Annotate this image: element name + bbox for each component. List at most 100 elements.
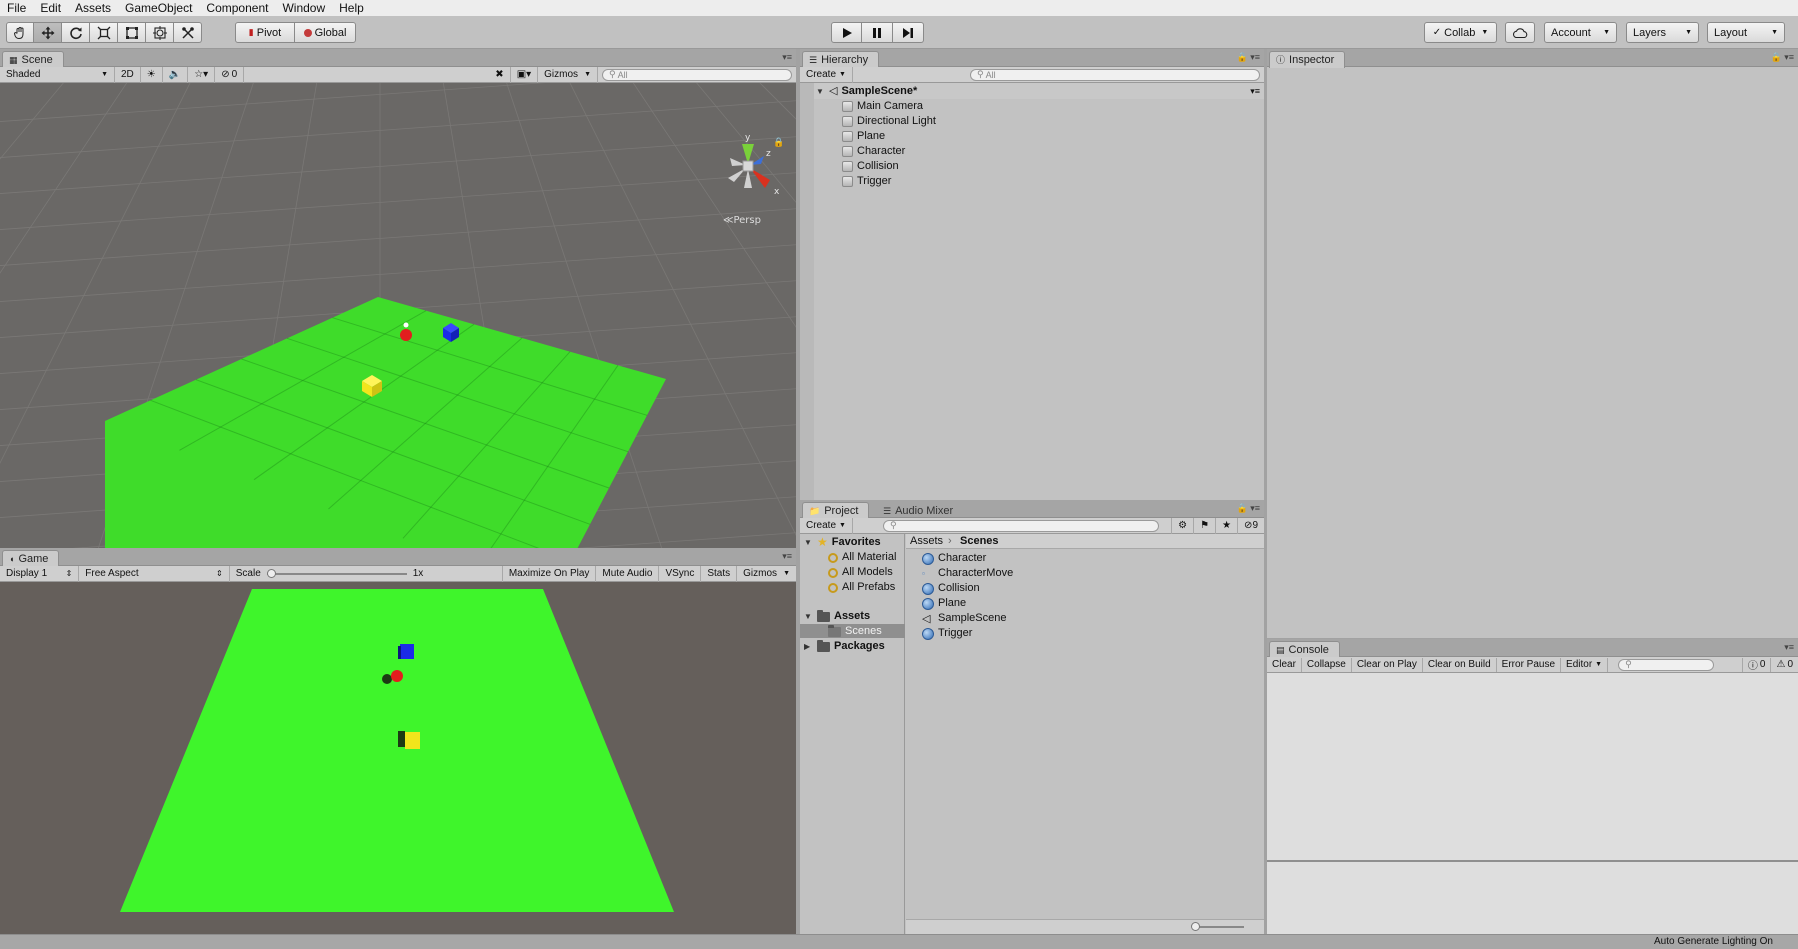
icon-size-slider-thumb[interactable] [1191,922,1200,931]
breadcrumb-assets[interactable]: Assets [910,535,943,547]
menu-help[interactable]: Help [332,0,371,16]
console-search-input[interactable]: ⚲ [1618,658,1715,671]
favorite-star-icon[interactable]: ★ [1216,517,1239,534]
game-canvas[interactable] [0,582,796,934]
console-clear-on-play-toggle[interactable]: Clear on Play [1352,657,1423,672]
console-clear-button[interactable]: Clear [1267,657,1302,672]
console-errors-toggle[interactable]: ⓘ 0 [1741,657,1772,672]
menu-edit[interactable]: Edit [33,0,68,16]
rotate-tool-icon[interactable] [62,22,90,43]
collab-dropdown[interactable]: ✓ Collab ▼ [1424,22,1497,43]
tab-game[interactable]: ◖ Game [2,550,60,567]
stats-toggle[interactable]: Stats [701,565,738,582]
panel-menu-icon[interactable]: 🔒 ▾≡ [1237,503,1260,514]
game-viewport[interactable] [0,582,796,934]
breadcrumb-scenes[interactable]: Scenes [960,535,999,547]
favorite-all-materials[interactable]: All Material [828,551,896,564]
project-search-input[interactable]: ⚲ [882,519,1159,532]
menu-gameobject[interactable]: GameObject [118,0,199,16]
persp-label[interactable]: ≪Persp [723,215,761,226]
console-error-pause-toggle[interactable]: Error Pause [1497,657,1562,672]
rect-tool-icon[interactable] [118,22,146,43]
expand-arrow-icon[interactable]: ▼ [816,85,825,98]
hierarchy-item-main-camera[interactable]: Main Camera [842,100,923,113]
hidden-objects-toggle[interactable]: ⊘ 0 [215,66,245,83]
tab-project[interactable]: 📁 Project [802,502,870,519]
display-dropdown[interactable]: Display 1 ⇕ [0,565,80,582]
transform-tool-icon[interactable] [146,22,174,43]
play-icon[interactable] [831,22,862,43]
mode-2d-button[interactable]: 2D [115,66,141,83]
tab-hierarchy[interactable]: ☰ Hierarchy [802,51,880,68]
custom-tool-icon[interactable] [174,22,202,43]
pause-icon[interactable] [862,22,893,43]
hidden-packages-toggle[interactable]: ⊘ 9 [1238,518,1264,534]
file-character[interactable]: Character [922,552,986,565]
game-trigger-cube[interactable] [398,731,420,749]
pivot-button[interactable]: ▮ Pivot [235,22,295,43]
packages-folder-row[interactable]: ▶ Packages [804,639,885,653]
scene-plane[interactable] [105,297,666,548]
character-sphere[interactable] [400,329,412,341]
vsync-toggle[interactable]: VSync [659,565,702,582]
scene-options-icon[interactable]: ▾≡ [1250,86,1260,97]
console-collapse-toggle[interactable]: Collapse [1302,657,1352,672]
hierarchy-item-directional-light[interactable]: Directional Light [842,115,936,128]
hierarchy-search-input[interactable]: ⚲ All [970,68,1260,81]
console-clear-on-build-toggle[interactable]: Clear on Build [1423,657,1497,672]
scale-tool-icon[interactable] [90,22,118,43]
gizmo-center[interactable] [742,160,754,172]
panel-menu-icon[interactable]: 🔒 ▾≡ [1771,52,1794,63]
tab-console[interactable]: ▤ Console [1269,641,1340,658]
effects-icon[interactable]: ☆▾ [188,66,216,83]
scenes-folder-row[interactable]: Scenes [828,624,882,638]
file-collision[interactable]: Collision [922,582,980,595]
console-editor-dropdown[interactable]: Editor ▼ [1561,657,1609,672]
project-create-dropdown[interactable]: Create ▼ [800,517,853,534]
gizmos-dropdown[interactable]: Gizmos ▼ [538,66,598,83]
favorite-all-prefabs[interactable]: All Prefabs [828,581,895,594]
menu-file[interactable]: File [0,0,33,16]
hierarchy-scene-row[interactable]: ▼ ◁ SampleScene* [816,85,917,98]
gizmo-neg-y[interactable] [744,169,752,188]
expand-arrow-icon[interactable]: ▼ [804,610,813,623]
console-warnings-toggle[interactable]: ⚠ 0 [1771,658,1798,672]
search-by-type-icon[interactable]: ⚙ [1171,517,1195,534]
hierarchy-create-dropdown[interactable]: Create ▼ [800,66,853,83]
menu-window[interactable]: Window [275,0,332,16]
search-by-label-icon[interactable]: ⚑ [1194,517,1217,534]
scale-slider[interactable] [266,568,407,579]
panel-menu-icon[interactable]: 🔒 ▾≡ [1237,52,1260,63]
collapse-arrow-icon[interactable]: ▶ [804,640,813,653]
move-tool-icon[interactable] [34,22,62,43]
cloud-button[interactable] [1505,22,1535,43]
hierarchy-item-plane[interactable]: Plane [842,130,885,143]
menu-component[interactable]: Component [199,0,275,16]
tab-audio-mixer[interactable]: ☰ Audio Mixer [876,502,964,519]
expand-arrow-icon[interactable]: ▼ [804,536,813,549]
file-trigger[interactable]: Trigger [922,627,972,640]
file-charactermove[interactable]: ▫ CharacterMove [922,567,1013,580]
tab-inspector[interactable]: ⓘ Inspector [1269,51,1346,68]
scene-search-input[interactable]: ⚲ All [602,68,792,81]
hierarchy-item-character[interactable]: Character [842,145,905,158]
scene-canvas[interactable]: y x z 🔒 ≪Persp [0,83,796,548]
assets-folder-row[interactable]: ▼ Assets [804,609,870,623]
maximize-on-play-toggle[interactable]: Maximize On Play [503,565,597,582]
panel-menu-icon[interactable]: ▾≡ [782,551,792,562]
global-button[interactable]: Global [294,22,356,43]
aspect-dropdown[interactable]: Free Aspect ⇕ [79,565,230,582]
panel-menu-icon[interactable]: ▾≡ [782,52,792,63]
game-plane[interactable] [120,589,674,912]
tab-scene[interactable]: ▦ Scene [2,51,64,68]
account-dropdown[interactable]: Account ▼ [1544,22,1617,43]
game-collision-cube[interactable] [398,644,414,659]
scale-slider-thumb[interactable] [266,568,276,578]
layout-dropdown[interactable]: Layout ▼ [1707,22,1785,43]
lighting-icon[interactable]: ☀ [141,66,163,83]
scene-viewport[interactable]: y x z 🔒 ≪Persp [0,83,796,548]
game-gizmos-dropdown[interactable]: Gizmos ▼ [737,566,796,582]
console-log-area[interactable] [1267,673,1798,860]
panel-menu-icon[interactable]: ▾≡ [1784,642,1794,653]
hand-tool-icon[interactable] [6,22,34,43]
